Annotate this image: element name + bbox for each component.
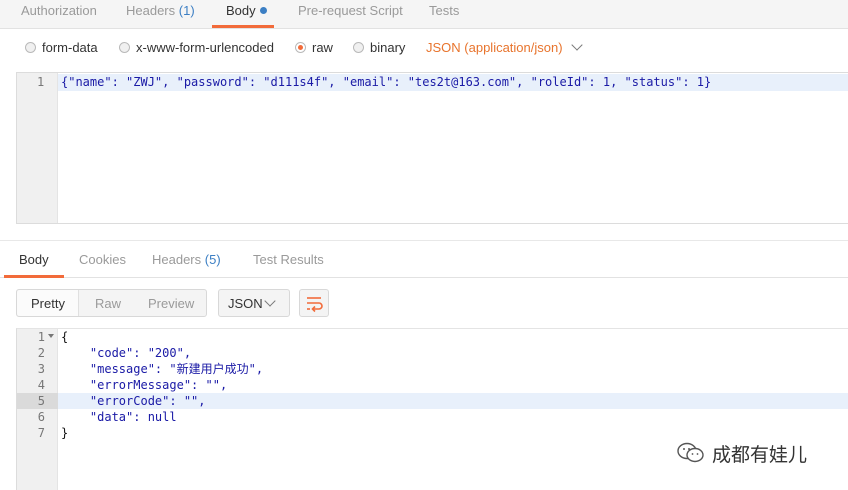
wrap-icon <box>307 297 323 313</box>
line-number: 2 <box>37 346 45 360</box>
line-number: 3 <box>37 362 45 376</box>
option-raw[interactable]: raw <box>295 40 333 55</box>
wechat-icon <box>677 442 704 463</box>
tab-pre-request-script[interactable]: Pre-request Script <box>298 3 403 18</box>
wrap-lines-button[interactable] <box>299 289 329 317</box>
tab-headers[interactable]: Headers (1) <box>126 3 195 18</box>
option-form-data[interactable]: form-data <box>25 40 98 55</box>
content-type-dropdown[interactable]: JSON (application/json) <box>426 39 583 55</box>
view-mode-group: Pretty Raw Preview <box>16 289 207 317</box>
active-tab-indicator <box>212 25 274 28</box>
line-number: 5 <box>37 394 45 408</box>
request-body-text[interactable]: {"name": "ZWJ", "password": "d111s4f", "… <box>61 74 711 91</box>
tab-authorization[interactable]: Authorization <box>21 3 97 18</box>
view-raw-button[interactable]: Raw <box>95 296 121 311</box>
radio-icon <box>353 42 364 53</box>
response-tab-test-results[interactable]: Test Results <box>253 252 324 267</box>
response-line: "errorCode": "", <box>61 394 206 408</box>
radio-icon <box>119 42 130 53</box>
tab-tests[interactable]: Tests <box>429 3 459 18</box>
modified-dot-icon <box>259 7 267 14</box>
view-pretty-button[interactable]: Pretty <box>31 296 65 311</box>
response-line: { <box>61 330 69 344</box>
format-dropdown[interactable]: JSON <box>218 289 290 317</box>
response-active-tab-indicator <box>4 275 64 278</box>
response-tab-headers[interactable]: Headers (5) <box>152 252 221 267</box>
option-binary[interactable]: binary <box>353 40 405 55</box>
response-line: } <box>61 426 69 440</box>
option-urlencoded[interactable]: x-www-form-urlencoded <box>119 40 274 55</box>
response-line: "errorMessage": "", <box>61 378 228 392</box>
tab-body[interactable]: Body <box>226 3 267 18</box>
chevron-down-icon <box>264 295 276 307</box>
fold-arrow-icon[interactable] <box>48 334 54 338</box>
radio-selected-icon <box>295 42 306 53</box>
response-tabs <box>0 241 848 278</box>
response-line: "data": null <box>61 410 177 424</box>
line-number: 4 <box>37 378 45 392</box>
watermark: 成都有娃儿 <box>676 440 807 467</box>
line-number: 7 <box>37 426 45 440</box>
response-headers-count: (5) <box>204 252 221 267</box>
line-number: 1 <box>37 75 45 89</box>
radio-icon <box>25 42 36 53</box>
line-gutter <box>17 73 58 223</box>
line-number: 1 <box>37 330 45 344</box>
chevron-down-icon <box>570 39 583 51</box>
view-preview-button[interactable]: Preview <box>148 296 194 311</box>
response-tab-cookies[interactable]: Cookies <box>79 252 126 267</box>
request-tabs: Authorization Headers (1) Body Pre-reque… <box>0 0 848 29</box>
response-line: "message": "新建用户成功", <box>61 362 264 376</box>
format-label: JSON <box>228 296 263 311</box>
response-line: "code": "200", <box>61 346 192 360</box>
response-tab-body[interactable]: Body <box>19 252 49 267</box>
request-body-editor[interactable]: 1 {"name": "ZWJ", "password": "d111s4f",… <box>16 72 848 224</box>
line-number: 6 <box>37 410 45 424</box>
headers-count: (1) <box>178 3 195 18</box>
